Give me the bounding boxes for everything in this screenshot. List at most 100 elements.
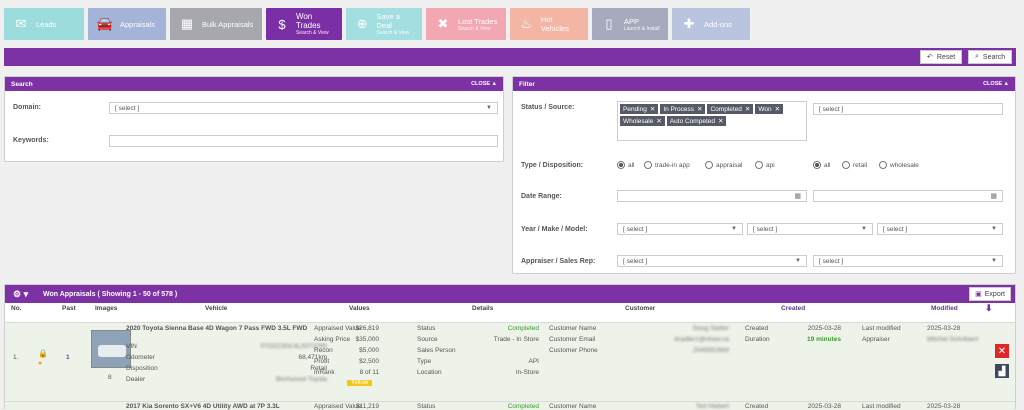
nav-label: Lost Trades — [458, 16, 498, 26]
make-select[interactable]: [ select ] ▼ — [747, 223, 873, 235]
location-label: Location — [417, 369, 442, 376]
nav-label: Save a Deal — [376, 12, 400, 30]
status-tag[interactable]: Auto Competed ✕ — [666, 116, 727, 126]
remove-icon[interactable]: ✕ — [650, 105, 655, 113]
col-created[interactable]: Created — [781, 305, 805, 312]
calculator-icon: ▦ — [180, 16, 194, 31]
export-button[interactable]: ▣ Export — [969, 287, 1011, 301]
nav-won-trades[interactable]: $ Won Trades Search & View — [266, 8, 342, 40]
status-source-label: Status / Source: — [521, 104, 575, 111]
date-from-input[interactable]: ▦ — [617, 190, 807, 202]
remove-icon[interactable]: ✕ — [697, 105, 702, 113]
tag-text: In Process — [663, 105, 695, 113]
nav-bulk-appraisals[interactable]: ▦ Bulk Appraisals — [170, 8, 262, 40]
type-radio-appraisal[interactable]: appraisal — [705, 161, 742, 169]
image-count: 8 — [108, 374, 112, 381]
recon-value: $5,000 — [359, 347, 379, 354]
top-nav: ✉ Leads 🚘 Appraisals ▦ Bulk Appraisals $… — [4, 8, 750, 40]
customer-email-value: dsadler1@shaw.ca — [673, 336, 729, 343]
status-tag[interactable]: Pending ✕ — [620, 104, 659, 114]
radio-circle — [617, 161, 625, 169]
sort-down-icon[interactable]: ⬇ — [985, 303, 993, 314]
disp-radio-wholesale[interactable]: wholesale — [879, 161, 919, 169]
domain-select[interactable]: [ select ] ▼ — [109, 102, 498, 114]
disp-radio-all[interactable]: all — [813, 161, 831, 169]
type-disposition-label: Type / Disposition: — [521, 162, 584, 169]
table-row[interactable]: 1. 🔒 ● 1 8 2020 Toyota Sienna Base 4D Wa… — [5, 322, 1015, 401]
modified-label: Last modified — [862, 325, 901, 332]
remove-icon[interactable]: ✕ — [718, 117, 723, 125]
nav-sublabel: Search & View — [376, 30, 410, 36]
type-value: API — [528, 358, 539, 365]
lifebuoy-icon: ⊕ — [356, 16, 368, 31]
tag-text: Pending — [623, 105, 647, 113]
remove-icon[interactable]: ✕ — [656, 117, 661, 125]
nav-hot-vehicles[interactable]: ♨ Hot Vehicles — [510, 8, 588, 40]
nav-lost-trades[interactable]: ✖ Lost Trades Search & View — [426, 8, 506, 40]
sales-rep-select[interactable]: [ select ] ▼ — [813, 255, 1003, 267]
radio-circle — [755, 161, 763, 169]
customer-name-label: Customer Name — [549, 325, 597, 332]
disp-radio-retail[interactable]: retail — [842, 161, 867, 169]
tag-text: Won — [758, 105, 772, 113]
type-radio-all[interactable]: all — [617, 161, 635, 169]
appraiser-select[interactable]: [ select ] ▼ — [617, 255, 807, 267]
remove-icon[interactable]: ✕ — [775, 105, 780, 113]
nav-label: Hot Vehicles — [540, 15, 569, 33]
mrank-value: 8 of 11 — [359, 369, 379, 376]
chart-button[interactable]: ▟ — [995, 364, 1009, 378]
search-button[interactable]: ⌕ Search — [968, 50, 1013, 64]
remove-icon[interactable]: ✕ — [745, 105, 750, 113]
col-details: Details — [472, 305, 494, 312]
nav-leads[interactable]: ✉ Leads — [4, 8, 84, 40]
model-select[interactable]: [ select ] ▼ — [877, 223, 1003, 235]
filter-panel-close[interactable]: CLOSE ▲ — [983, 81, 1009, 87]
row-number: 1. — [13, 354, 19, 361]
status-tag[interactable]: Completed ✕ — [707, 104, 754, 114]
chevron-down-icon: ▼ — [731, 226, 737, 232]
phone-icon: ▯ — [605, 16, 613, 31]
reset-button[interactable]: ↶ Reset — [920, 50, 963, 64]
keywords-input[interactable] — [109, 135, 498, 147]
radio-circle — [813, 161, 821, 169]
radio-label: retail — [853, 161, 868, 169]
radio-label: trade-in app — [655, 161, 690, 169]
chevron-down-icon: ▼ — [991, 258, 997, 264]
recon-label: Recon — [314, 347, 333, 354]
appraiser-sales-rep-label: Appraiser / Sales Rep: — [521, 258, 596, 265]
vehicle-thumbnail[interactable] — [91, 330, 131, 368]
tag-text: Wholesale — [623, 117, 654, 125]
type-radio-api[interactable]: api — [755, 161, 775, 169]
col-vehicle: Vehicle — [205, 305, 228, 312]
undo-icon: ↶ — [927, 54, 933, 61]
year-select[interactable]: [ select ] ▼ — [617, 223, 743, 235]
results-header: ⚙ ▾ Won Appraisals ( Showing 1 - 50 of 5… — [5, 285, 1015, 303]
date-to-input[interactable]: ▦ — [813, 190, 1003, 202]
status-tag-box[interactable]: Pending ✕ In Process ✕ Completed ✕ Won ✕ Who… — [617, 101, 807, 141]
source-select[interactable]: [ select ] — [813, 103, 1003, 115]
calendar-icon[interactable]: ▦ — [990, 192, 997, 200]
vehicle-title[interactable]: 2020 Toyota Sienna Base 4D Wagon 7 Pass … — [126, 325, 312, 333]
nav-app[interactable]: ▯ APP Launch & Install — [592, 8, 668, 40]
fire-icon: ♨ — [520, 16, 533, 31]
search-icon: ⌕ — [975, 53, 979, 60]
odometer-label: Odometer — [126, 354, 155, 361]
past-count[interactable]: 1 — [66, 354, 70, 361]
nav-appraisals[interactable]: 🚘 Appraisals — [88, 8, 166, 40]
status-tag[interactable]: Wholesale ✕ — [620, 116, 665, 126]
gear-icon[interactable]: ⚙ ▾ — [13, 289, 28, 300]
delete-button[interactable]: ✕ — [995, 344, 1009, 358]
status-tag[interactable]: Won ✕ — [755, 104, 784, 114]
search-panel-close[interactable]: CLOSE ▲ — [471, 81, 497, 87]
col-past: Past — [62, 305, 76, 312]
nav-add-ons[interactable]: ✚ Add-ons — [672, 8, 750, 40]
chevron-down-icon: ▼ — [991, 226, 997, 232]
action-bar: ↶ Reset ⌕ Search — [4, 48, 1016, 66]
profit-label: Profit — [314, 358, 330, 365]
lock-icon: 🔒 — [38, 349, 48, 358]
status-tag[interactable]: In Process ✕ — [660, 104, 706, 114]
nav-save-a-deal[interactable]: ⊕ Save a Deal Search & View — [346, 8, 422, 40]
col-modified[interactable]: Modified — [931, 305, 958, 312]
calendar-icon[interactable]: ▦ — [794, 192, 801, 200]
type-radio-trade-in-app[interactable]: trade-in app — [644, 161, 690, 169]
